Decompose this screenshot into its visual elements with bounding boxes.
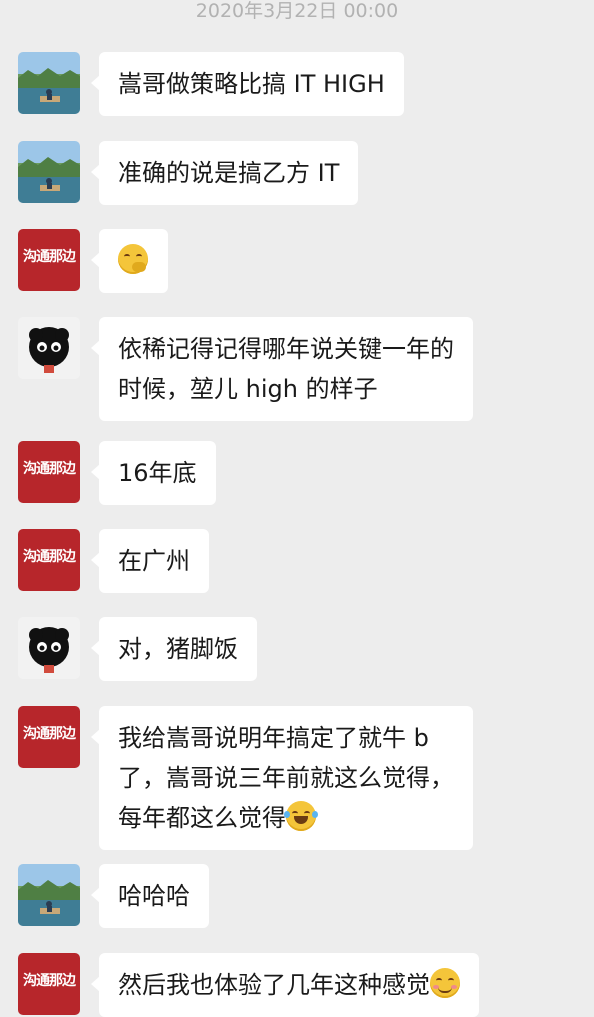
message-text: 准确的说是搞乙方 IT: [118, 159, 340, 187]
landscape-avatar-image: [18, 864, 80, 926]
avatar-black-fluff[interactable]: [18, 317, 80, 379]
landscape-avatar-image: [18, 52, 80, 114]
avatar-black-fluff[interactable]: [18, 617, 80, 679]
message-bubble[interactable]: [91, 229, 168, 293]
message-text: 然后我也体验了几年这种感觉: [118, 971, 430, 999]
avatar-red-logo[interactable]: 沟通那边: [18, 706, 80, 768]
thinking-face-icon: [118, 244, 148, 274]
avatar-red-logo[interactable]: 沟通那边: [18, 953, 80, 1015]
avatar-red-logo[interactable]: 沟通那边: [18, 229, 80, 291]
black-fluff-avatar-image: [18, 617, 80, 679]
message-text-line: 时候，堃儿 high 的样子: [118, 375, 378, 403]
avatar-landscape[interactable]: [18, 141, 80, 203]
red-logo-image: 沟通那边: [18, 953, 80, 1015]
landscape-avatar-image: [18, 141, 80, 203]
blushing-smile-icon: [430, 968, 460, 998]
message-text: 16年底: [118, 459, 197, 487]
message-bubble[interactable]: 准确的说是搞乙方 IT: [90, 141, 359, 205]
message-bubble[interactable]: 然后我也体验了几年这种感觉: [91, 953, 479, 1017]
message-bubble[interactable]: 16年底: [91, 441, 216, 505]
red-logo-image: 沟通那边: [18, 706, 80, 768]
avatar-landscape[interactable]: [18, 52, 80, 114]
message-bubble[interactable]: 对，猪脚饭: [91, 617, 257, 681]
message-text-line: 依稀记得记得哪年说关键一年的: [118, 335, 454, 363]
message-bubble[interactable]: 哈哈哈: [91, 864, 209, 928]
message-bubble[interactable]: 我给嵩哥说明年搞定了就牛 b 了，嵩哥说三年前就这么觉得， 每年都这么觉得: [91, 706, 473, 850]
message-text: 在广州: [118, 547, 190, 575]
avatar-red-logo[interactable]: 沟通那边: [18, 441, 80, 503]
black-fluff-avatar-image: [18, 317, 80, 379]
red-logo-image: 沟通那边: [18, 529, 80, 591]
message-text: 对，猪脚饭: [118, 635, 238, 663]
red-logo-image: 沟通那边: [18, 229, 80, 291]
message-bubble[interactable]: 嵩哥做策略比搞 IT HIGH: [91, 52, 404, 116]
avatar-landscape[interactable]: [18, 864, 80, 926]
red-logo-image: 沟通那边: [18, 441, 80, 503]
avatar-red-logo[interactable]: 沟通那边: [18, 529, 80, 591]
message-text-line: 我给嵩哥说明年搞定了就牛 b: [118, 724, 429, 752]
tears-of-joy-icon: [284, 801, 318, 831]
message-text-line: 每年都这么觉得: [118, 798, 454, 838]
message-bubble[interactable]: 在广州: [91, 529, 209, 593]
message-text: 嵩哥做策略比搞 IT HIGH: [118, 70, 385, 98]
message-text: 哈哈哈: [118, 882, 190, 910]
message-bubble[interactable]: 依稀记得记得哪年说关键一年的 时候，堃儿 high 的样子: [91, 317, 473, 421]
chat-message-list[interactable]: 嵩哥做策略比搞 IT HIGH 准确的说是搞乙方 IT 沟通那边 依稀记得记得哪…: [0, 0, 594, 1017]
message-text-line: 了，嵩哥说三年前就这么觉得，: [118, 764, 454, 792]
